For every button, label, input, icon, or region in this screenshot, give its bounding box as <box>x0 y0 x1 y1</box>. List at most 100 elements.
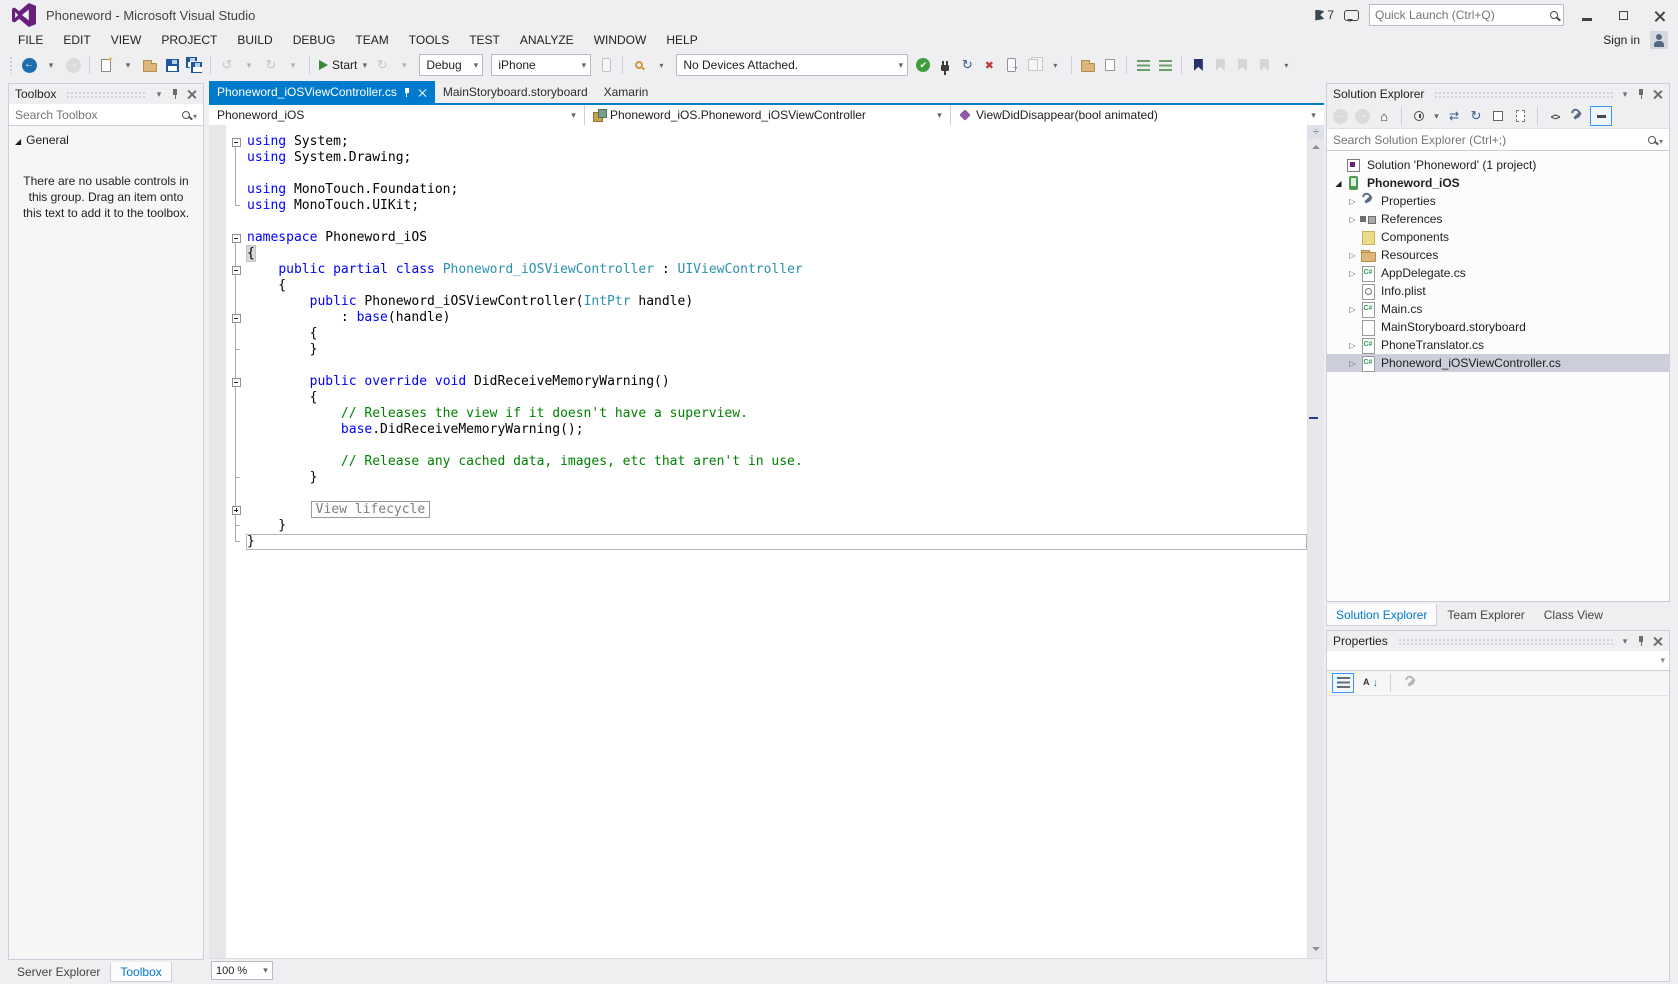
pin-button[interactable] <box>1633 633 1649 649</box>
open-file-button[interactable] <box>140 54 160 76</box>
menu-debug[interactable]: DEBUG <box>283 31 346 49</box>
drag-handle[interactable] <box>1434 91 1613 98</box>
se-properties-button[interactable] <box>1568 107 1586 125</box>
tab-mainstoryboard-storyboard[interactable]: MainStoryboard.storyboard <box>435 81 596 103</box>
navigate-backward-dropdown[interactable] <box>41 54 61 76</box>
tree-item-resources[interactable]: Resources <box>1327 246 1669 264</box>
properties-grid[interactable] <box>1327 696 1669 981</box>
tree-item-properties[interactable]: Properties <box>1327 192 1669 210</box>
sync-button[interactable] <box>957 54 977 76</box>
collapse-region-toggle[interactable] <box>232 314 241 323</box>
tab-solution-explorer[interactable]: Solution Explorer <box>1326 604 1437 626</box>
collapse-region-toggle[interactable] <box>232 138 241 147</box>
device-target-combo[interactable]: No Devices Attached. <box>676 54 908 76</box>
tree-item-solution-phoneword-1-project[interactable]: Solution 'Phoneword' (1 project) <box>1327 156 1669 174</box>
properties-object-combo[interactable] <box>1327 651 1669 671</box>
minimize-button[interactable] <box>1574 4 1600 26</box>
se-preview-selected-toggle[interactable] <box>1590 106 1612 126</box>
se-view-code-button[interactable] <box>1546 107 1564 125</box>
se-refresh-button[interactable] <box>1467 107 1485 125</box>
se-collapse-all-button[interactable] <box>1489 107 1507 125</box>
menu-build[interactable]: BUILD <box>227 31 282 49</box>
expand-arrow-icon[interactable] <box>1345 251 1360 260</box>
tab-server-explorer[interactable]: Server Explorer <box>8 962 109 982</box>
collapse-region-toggle[interactable] <box>232 234 241 243</box>
menu-help[interactable]: HELP <box>656 31 707 49</box>
menu-view[interactable]: VIEW <box>101 31 152 49</box>
tab-team-explorer[interactable]: Team Explorer <box>1438 604 1533 626</box>
tree-item-components[interactable]: Components <box>1327 228 1669 246</box>
pin-icon[interactable] <box>403 87 412 98</box>
pin-button[interactable] <box>167 86 183 102</box>
toolbar-overflow-3[interactable] <box>1276 54 1296 76</box>
solution-explorer-search-input[interactable] <box>1333 133 1648 147</box>
toggle-bookmark-button[interactable] <box>1188 54 1208 76</box>
vertical-scrollbar[interactable] <box>1307 125 1324 958</box>
tree-item-references[interactable]: References <box>1327 210 1669 228</box>
type-dropdown[interactable]: Phoneword_iOS.Phoneword_iOSViewControlle… <box>585 105 951 125</box>
search-icon[interactable] <box>1648 136 1656 144</box>
save-to-source-button[interactable] <box>1078 54 1098 76</box>
project-dropdown[interactable]: Phoneword_iOS <box>209 105 585 125</box>
menu-tools[interactable]: TOOLS <box>399 31 459 49</box>
save-all-button[interactable] <box>184 54 204 76</box>
collapse-region-toggle[interactable] <box>232 266 241 275</box>
alphabetical-button[interactable] <box>1359 673 1381 693</box>
menu-test[interactable]: TEST <box>459 31 510 49</box>
new-file-dropdown[interactable] <box>118 54 138 76</box>
toolbox-search-input[interactable] <box>15 108 182 122</box>
indicator-margin[interactable] <box>209 125 226 958</box>
save-button[interactable] <box>162 54 182 76</box>
solution-platforms-combo[interactable]: iPhone <box>491 54 591 76</box>
se-sync-with-active-document[interactable] <box>1445 107 1463 125</box>
device-pair-button[interactable] <box>596 54 616 76</box>
menu-team[interactable]: TEAM <box>345 31 398 49</box>
expand-arrow-icon[interactable] <box>1345 269 1360 278</box>
close-panel-button[interactable] <box>1649 86 1665 102</box>
menu-window[interactable]: WINDOW <box>584 31 657 49</box>
menu-analyze[interactable]: ANALYZE <box>510 31 584 49</box>
decrease-indent-button[interactable] <box>1133 54 1153 76</box>
deploy-device-button[interactable] <box>1001 54 1021 76</box>
next-bookmark-button[interactable] <box>1232 54 1252 76</box>
expand-arrow-icon[interactable] <box>1345 341 1360 350</box>
navigate-forward-button[interactable] <box>63 54 83 76</box>
connect-device-button[interactable] <box>935 54 955 76</box>
undo-dropdown[interactable] <box>239 54 259 76</box>
tab-toolbox[interactable]: Toolbox <box>110 962 171 982</box>
device-log-button[interactable] <box>1023 54 1043 76</box>
solution-configurations-combo[interactable]: Debug <box>419 54 483 76</box>
sign-in-link[interactable]: Sign in <box>1603 33 1640 47</box>
undo-button[interactable] <box>217 54 237 76</box>
menu-project[interactable]: PROJECT <box>151 31 227 49</box>
redo-dropdown[interactable] <box>283 54 303 76</box>
menu-edit[interactable]: EDIT <box>53 31 100 49</box>
previous-bookmark-button[interactable] <box>1210 54 1230 76</box>
search-icon[interactable] <box>182 111 190 119</box>
tab-xamarin[interactable]: Xamarin <box>596 81 657 103</box>
new-file-button[interactable] <box>96 54 116 76</box>
increase-indent-button[interactable] <box>1155 54 1175 76</box>
build-check-button[interactable] <box>913 54 933 76</box>
drag-handle[interactable] <box>66 91 147 98</box>
tree-item-mainstoryboard-storyboard[interactable]: MainStoryboard.storyboard <box>1327 318 1669 336</box>
start-debugging-button[interactable]: Start <box>316 54 370 76</box>
expand-arrow-icon[interactable] <box>1345 215 1360 224</box>
property-pages-button[interactable] <box>1400 673 1422 693</box>
split-window-handle[interactable] <box>1308 125 1324 139</box>
close-panel-button[interactable] <box>1649 633 1665 649</box>
tree-item-phoneword-iosviewcontroller-cs[interactable]: Phoneword_iOSViewController.cs <box>1327 354 1669 372</box>
drag-handle[interactable] <box>1398 638 1613 645</box>
restart-dropdown[interactable] <box>394 54 414 76</box>
se-back-button[interactable] <box>1331 107 1349 125</box>
expand-region-toggle[interactable] <box>232 506 241 515</box>
se-pending-changes-filter[interactable] <box>1410 107 1428 125</box>
tree-item-phonetranslator-cs[interactable]: PhoneTranslator.cs <box>1327 336 1669 354</box>
menu-file[interactable]: FILE <box>8 31 53 49</box>
quick-launch-input[interactable] <box>1375 8 1550 22</box>
editor-zoom-combo[interactable]: 100 % <box>211 961 273 980</box>
collapsed-region[interactable]: View lifecycle <box>311 501 431 518</box>
toolbox-search[interactable] <box>9 104 203 126</box>
collapse-arrow-icon[interactable] <box>1331 179 1346 188</box>
se-home-button[interactable] <box>1375 107 1393 125</box>
